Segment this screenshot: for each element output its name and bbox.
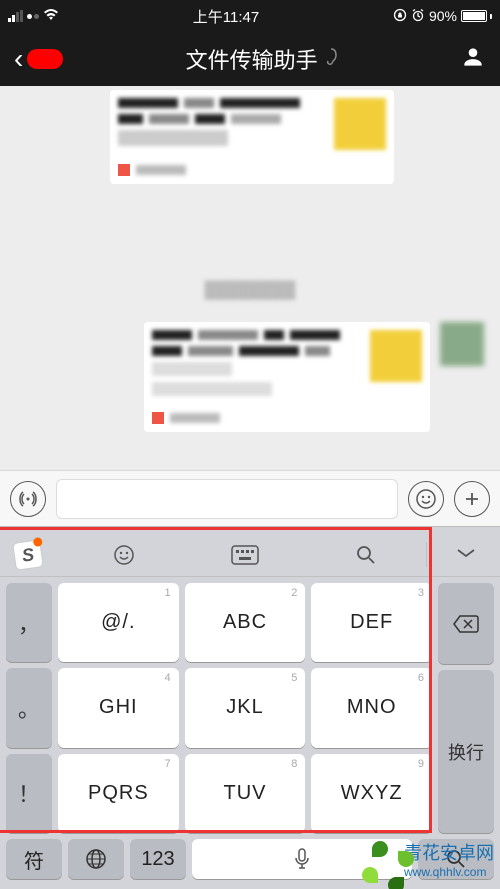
profile-button[interactable] — [460, 44, 486, 75]
key-label: GHI — [99, 696, 138, 719]
key-symbols[interactable]: 符 — [6, 839, 62, 879]
chevron-down-icon — [455, 546, 477, 560]
key-label: MNO — [347, 696, 397, 719]
orientation-lock-icon — [393, 8, 407, 25]
carrier-dots-icon — [27, 14, 39, 19]
key-num: 9 — [418, 758, 424, 770]
key-num: 8 — [291, 758, 297, 770]
key-7[interactable]: 7 PQRS — [58, 754, 179, 833]
unread-badge — [27, 49, 63, 69]
signal-icon — [8, 10, 23, 22]
more-button[interactable] — [454, 481, 490, 517]
key-backspace[interactable] — [438, 583, 494, 664]
person-icon — [460, 44, 486, 70]
status-bar: 上午11:47 90% — [0, 0, 500, 32]
key-period[interactable]: 。 — [6, 668, 52, 747]
input-toolbar — [0, 470, 500, 526]
plus-icon — [462, 489, 482, 509]
globe-icon — [84, 847, 108, 871]
key-num: 3 — [418, 587, 424, 599]
smile-icon — [112, 543, 136, 567]
key-label: @/. — [101, 611, 135, 634]
status-right: 90% — [393, 8, 492, 25]
kb-emoji-button[interactable] — [64, 543, 185, 567]
key-num: 6 — [418, 672, 424, 684]
key-8[interactable]: 8 TUV — [185, 754, 306, 833]
key-label: PQRS — [88, 782, 149, 805]
key-label: WXYZ — [341, 782, 403, 805]
smile-icon — [415, 488, 437, 510]
message-input[interactable] — [56, 479, 398, 519]
chevron-left-icon: ‹ — [14, 45, 23, 73]
chat-timestamp: ████████ — [197, 280, 304, 302]
search-icon — [355, 544, 377, 566]
backspace-icon — [452, 614, 480, 634]
keyboard-toolbar: S — [0, 533, 500, 577]
sound-wave-icon — [18, 489, 38, 509]
key-1[interactable]: 1 @/. — [58, 583, 179, 662]
nav-title: 文件传输助手 — [186, 43, 338, 75]
sogou-icon: S — [12, 539, 44, 571]
key-2[interactable]: 2 ABC — [185, 583, 306, 662]
alarm-icon — [411, 8, 425, 25]
key-label: ABC — [223, 611, 267, 634]
key-comma[interactable]: ， — [6, 583, 52, 662]
key-return[interactable]: 换行 — [438, 670, 494, 833]
status-time: 上午11:47 — [193, 6, 259, 27]
status-left — [8, 8, 59, 24]
battery-percent: 90% — [429, 8, 457, 24]
message-bubble[interactable] — [110, 90, 394, 184]
watermark-url: www.qhhlv.com — [404, 865, 494, 879]
key-num: 4 — [165, 672, 171, 684]
sogou-ime-button[interactable]: S — [14, 541, 64, 569]
sender-avatar[interactable] — [440, 322, 484, 366]
watermark-brand: 青花安卓网 — [404, 839, 494, 865]
message-thumbnail — [370, 330, 422, 382]
key-9[interactable]: 9 WXYZ — [311, 754, 432, 833]
keyboard-grid: 1 @/. 2 ABC 3 DEF 4 GHI 5 JKL 6 MNO 7 PQRS 8 TUV… — [58, 583, 432, 833]
microphone-icon — [293, 847, 311, 871]
key-3[interactable]: 3 DEF — [311, 583, 432, 662]
key-exclaim[interactable]: ！ — [6, 754, 52, 833]
key-num: 1 — [165, 587, 171, 599]
keyboard: S ， 。 ！ 1 @/. 2 ABC 3 DEF 4 GHI — [0, 526, 500, 889]
key-num: 5 — [291, 672, 297, 684]
emoji-button[interactable] — [408, 481, 444, 517]
back-button[interactable]: ‹ — [14, 45, 63, 73]
key-5[interactable]: 5 JKL — [185, 668, 306, 747]
message-thumbnail — [334, 98, 386, 150]
keyboard-right-column: 换行 — [438, 583, 494, 833]
key-label: TUV — [224, 782, 267, 805]
nav-title-text: 文件传输助手 — [186, 43, 318, 75]
key-label: JKL — [226, 696, 263, 719]
key-globe[interactable] — [68, 839, 124, 879]
earpiece-icon — [324, 48, 338, 71]
watermark-logo-icon — [362, 841, 398, 877]
keyboard-left-column: ， 。 ！ — [6, 583, 52, 833]
voice-input-button[interactable] — [10, 481, 46, 517]
nav-bar: ‹ 文件传输助手 — [0, 32, 500, 86]
kb-search-button[interactable] — [305, 544, 426, 566]
battery-icon — [461, 10, 492, 22]
keyboard-body: ， 。 ！ 1 @/. 2 ABC 3 DEF 4 GHI 5 JKL 6 MNO 7 PQR… — [0, 577, 500, 833]
kb-layout-button[interactable] — [185, 545, 306, 565]
key-6[interactable]: 6 MNO — [311, 668, 432, 747]
wifi-icon — [43, 8, 59, 24]
watermark: 青花安卓网 www.qhhlv.com — [362, 839, 494, 879]
chat-area[interactable]: ████████ — [0, 86, 500, 470]
kb-collapse-button[interactable] — [446, 544, 486, 565]
key-numeric[interactable]: 123 — [130, 839, 186, 879]
message-bubble[interactable] — [144, 322, 484, 432]
keyboard-icon — [231, 545, 259, 565]
key-num: 2 — [291, 587, 297, 599]
key-4[interactable]: 4 GHI — [58, 668, 179, 747]
key-num: 7 — [165, 758, 171, 770]
key-label: DEF — [350, 611, 393, 634]
